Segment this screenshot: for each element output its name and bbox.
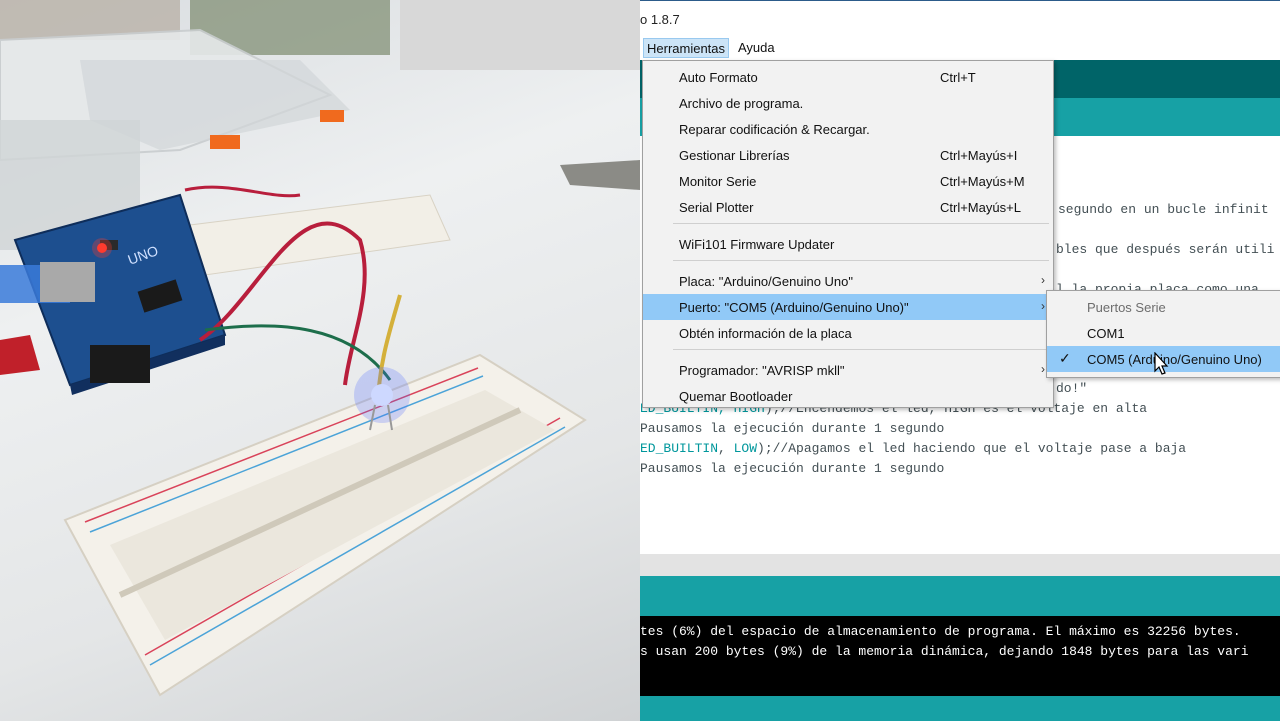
console-line: tes (6%) del espacio de almacenamiento d… xyxy=(640,624,1241,639)
menu-item-label: Puerto: "COM5 (Arduino/Genuino Uno)" xyxy=(679,300,909,315)
console-output: tes (6%) del espacio de almacenamiento d… xyxy=(640,616,1280,696)
menu-item-label: Monitor Serie xyxy=(679,174,757,189)
arduino-setup-photo: UNO xyxy=(0,0,640,721)
menu-item-label: Serial Plotter xyxy=(679,200,754,215)
chevron-right-icon: › xyxy=(1041,362,1045,376)
code-line: segundo en un bucle infinit xyxy=(1058,202,1269,217)
led xyxy=(371,384,393,406)
menu-item-wifi101-updater[interactable]: WiFi101 Firmware Updater xyxy=(643,231,1053,257)
menu-item-serial-monitor[interactable]: Monitor Serie Ctrl+Mayús+M xyxy=(643,168,1053,194)
photo-scene: UNO xyxy=(0,0,640,697)
editor-scrollbar[interactable] xyxy=(640,554,1280,576)
code-line: ED_BUILTIN, LOW);//Apagamos el led hacie… xyxy=(640,441,1186,456)
menu-separator xyxy=(673,260,1049,261)
code-text: , xyxy=(718,441,734,456)
menu-item-label: Placa: "Arduino/Genuino Uno" xyxy=(679,274,854,289)
submenu-header: Puertos Serie xyxy=(1047,294,1280,320)
submenu-header-label: Puertos Serie xyxy=(1087,300,1166,315)
arduino-ide-window: o 1.8.7 Herramientas Ayuda segundo en un… xyxy=(640,0,1280,721)
menu-item-label: Quemar Bootloader xyxy=(679,389,793,404)
menu-item-archive-sketch[interactable]: Archivo de programa. xyxy=(643,90,1053,116)
menu-item-programmer[interactable]: Programador: "AVRISP mkll" › xyxy=(643,357,1053,383)
menu-item-label: Auto Formato xyxy=(679,70,758,85)
menu-separator xyxy=(673,349,1049,350)
menu-separator xyxy=(673,223,1049,224)
menu-item-label: Obtén información de la placa xyxy=(679,326,852,341)
code-keyword: LOW xyxy=(733,441,758,456)
console-header xyxy=(640,576,1280,616)
menu-item-fix-encoding[interactable]: Reparar codificación & Recargar. xyxy=(643,116,1053,142)
menu-item-port[interactable]: Puerto: "COM5 (Arduino/Genuino Uno)" › xyxy=(643,294,1053,320)
menu-bar: Herramientas Ayuda xyxy=(640,36,1280,60)
code-line: Pausamos la ejecución durante 1 segundo xyxy=(640,421,945,436)
menu-tools[interactable]: Herramientas xyxy=(643,38,730,58)
mouse-cursor-icon xyxy=(1154,352,1169,375)
menu-item-burn-bootloader[interactable]: Quemar Bootloader xyxy=(643,383,1053,409)
menu-item-label: Archivo de programa. xyxy=(679,96,804,111)
tools-dropdown-menu: Auto Formato Ctrl+T Archivo de programa.… xyxy=(642,60,1054,408)
code-line: bles que después serán utili xyxy=(1056,242,1275,257)
port-option-label: COM5 (Arduino/Genuino Uno) xyxy=(1087,352,1262,367)
menu-item-board[interactable]: Placa: "Arduino/Genuino Uno" › xyxy=(643,268,1053,294)
code-keyword: ED_BUILTIN xyxy=(640,441,719,456)
console-line: s usan 200 bytes (9%) de la memoria diná… xyxy=(640,644,1249,659)
port-option-com1[interactable]: COM1 xyxy=(1047,320,1280,346)
menu-item-manage-libraries[interactable]: Gestionar Librerías Ctrl+Mayús+I xyxy=(643,142,1053,168)
menu-item-label: Programador: "AVRISP mkll" xyxy=(679,363,845,378)
window-title: o 1.8.7 xyxy=(640,12,680,27)
menu-item-serial-plotter[interactable]: Serial Plotter Ctrl+Mayús+L xyxy=(643,194,1053,220)
menu-item-auto-format[interactable]: Auto Formato Ctrl+T xyxy=(643,64,1053,90)
menu-item-shortcut: Ctrl+Mayús+I xyxy=(940,148,1018,163)
menu-item-label: Reparar codificación & Recargar. xyxy=(679,122,870,137)
code-text: );//Apagamos el led haciendo que el volt… xyxy=(757,441,1187,456)
port-option-label: COM1 xyxy=(1087,326,1125,341)
menu-item-label: WiFi101 Firmware Updater xyxy=(679,237,835,252)
checkmark-icon: ✓ xyxy=(1059,350,1071,366)
breadboard xyxy=(63,353,587,697)
menu-item-shortcut: Ctrl+T xyxy=(940,70,976,85)
menu-item-shortcut: Ctrl+Mayús+L xyxy=(940,200,1021,215)
status-bar xyxy=(640,696,1280,721)
code-line: Pausamos la ejecución durante 1 segundo xyxy=(640,461,945,476)
code-line: do!" xyxy=(1056,381,1088,396)
menu-item-board-info[interactable]: Obtén información de la placa xyxy=(643,320,1053,346)
menu-item-label: Gestionar Librerías xyxy=(679,148,790,163)
chevron-right-icon: › xyxy=(1041,273,1045,287)
menu-item-shortcut: Ctrl+Mayús+M xyxy=(940,174,1025,189)
title-bar: o 1.8.7 xyxy=(640,0,1280,36)
chevron-right-icon: › xyxy=(1041,299,1045,313)
menu-help[interactable]: Ayuda xyxy=(735,38,778,58)
